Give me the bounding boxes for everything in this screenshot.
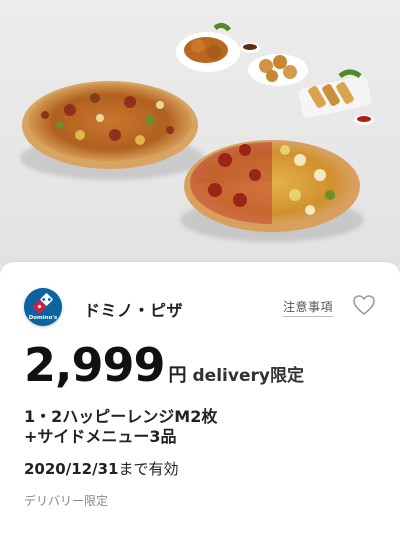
notes-link[interactable]: 注意事項: [283, 298, 334, 317]
hero-image: [0, 0, 400, 265]
price-row: 2,999 円 delivery限定: [24, 338, 304, 392]
description-line-2: +サイドメニュー3品: [24, 427, 177, 446]
expiry-suffix: まで有効: [118, 460, 179, 478]
logo-text: Domino's: [29, 315, 58, 321]
price-currency: 円: [168, 365, 187, 386]
coupon-card[interactable]: Domino's ドミノ・ピザ 注意事項 2,999 円 delivery限定 …: [0, 262, 400, 548]
pizza-sides-photo: [20, 22, 374, 242]
heart-icon[interactable]: [352, 294, 376, 316]
delivery-only-note: デリバリー限定: [24, 494, 109, 508]
expiry-date: 2020/12/31まで有効: [24, 458, 178, 479]
expiry-date-value: 2020/12/31: [24, 460, 119, 478]
shop-name: ドミノ・ピザ: [84, 301, 184, 320]
price-amount: 2,999: [24, 338, 166, 392]
offer-description: 1・2ハッピーレンジM2枚 +サイドメニュー3品: [24, 407, 217, 447]
dominos-logo: Domino's: [24, 288, 62, 326]
delivery-condition: delivery限定: [192, 366, 304, 386]
description-line-1: 1・2ハッピーレンジM2枚: [24, 407, 218, 426]
